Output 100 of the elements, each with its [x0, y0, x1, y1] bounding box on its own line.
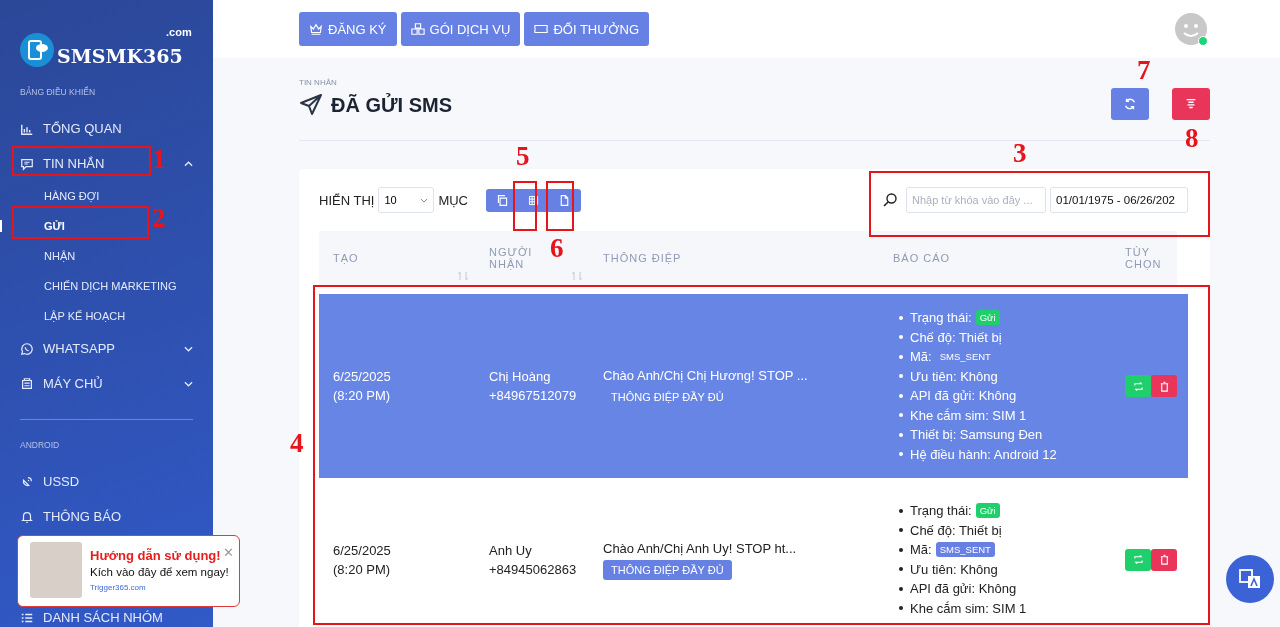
annotation-number: 6 [550, 233, 564, 263]
report-text: API đã gửi: Không [910, 387, 1017, 406]
translate-button[interactable] [1226, 555, 1274, 603]
annotation-number: 7 [1137, 55, 1151, 85]
annotation-number: 3 [1013, 138, 1027, 168]
date-range-field[interactable]: 01/01/1975 - 06/26/202 [1050, 187, 1188, 213]
breadcrumb: TIN NHẮN [299, 78, 338, 87]
annotation-number: 4 [290, 428, 304, 458]
report-text: Khe cắm sim: SIM 1 [910, 406, 1027, 425]
bullet-dot [899, 432, 903, 437]
popup-link[interactable]: Trigger365.com [90, 583, 239, 592]
refresh-button[interactable] [1111, 88, 1149, 120]
report-text: Trạng thái: [910, 502, 972, 521]
submenu-item[interactable]: CHIẾN DỊCH MARKETING [44, 280, 177, 292]
popup-subtitle: Kích vào đây để xem ngay! [90, 566, 230, 578]
translate-icon [1238, 567, 1262, 591]
date-text: 6/25/2025 [333, 368, 392, 386]
refresh-icon [1123, 97, 1137, 111]
paper-plane-icon [299, 93, 323, 117]
logo-text: SMSMK365 [57, 45, 183, 67]
smiley-avatar-icon[interactable] [1174, 12, 1208, 46]
annotation-number: 5 [516, 141, 530, 171]
status-label: SMS_SENT [935, 542, 995, 558]
column-header: THÔNG ĐIỆP [603, 252, 682, 264]
entries-label: MỤC [438, 192, 468, 208]
column-header: TÙY CHỌN [1125, 246, 1163, 270]
photo-placeholder [30, 542, 82, 598]
nav-item[interactable]: THÔNG BÁO [20, 509, 121, 524]
phone-number: +84967512079 [489, 387, 578, 405]
status-label: Gửi [975, 310, 1000, 326]
report-text: Ưu tiên: Không [910, 560, 998, 579]
date-text: 6/25/2025 [333, 541, 392, 560]
trash-icon [1158, 554, 1170, 565]
bullet-dot [899, 354, 903, 359]
phone-number: +84945062863 [489, 560, 578, 579]
crown-icon [309, 22, 323, 36]
nav-button[interactable]: ĐỔI THƯỞNG [524, 12, 649, 46]
nav-item[interactable]: MÁY CHỦ [20, 376, 103, 391]
column-header: BÁO CÁO [893, 252, 951, 264]
recipient-name: Chị Hoàng [489, 368, 552, 386]
bullet-dot [899, 567, 903, 572]
submenu-item[interactable]: NHẬN [44, 250, 76, 262]
chevron-icon[interactable] [184, 345, 193, 352]
ticket-icon [534, 22, 549, 36]
report-text: Mã: [910, 541, 932, 560]
nav-item[interactable]: TỔNG QUAN [20, 121, 122, 136]
copy-icon[interactable] [496, 193, 509, 207]
resend-button[interactable] [1125, 548, 1151, 571]
submenu-item[interactable]: LẬP KẾ HOẠCH [44, 310, 126, 322]
column-header: NGƯỜI NHẬN [489, 246, 534, 270]
chevron-icon[interactable] [184, 160, 193, 167]
chevron-icon[interactable] [184, 380, 193, 387]
bullet-dot [899, 606, 903, 611]
phone-chat-logo-icon [20, 33, 54, 67]
bullet-dot [899, 508, 903, 513]
bullet-dot [899, 374, 903, 379]
table-row[interactable] [319, 294, 1188, 478]
resend-button[interactable] [1125, 375, 1151, 397]
nav-item[interactable]: TIN NHẮN [20, 156, 105, 171]
nav-button[interactable]: ĐĂNG KÝ [299, 12, 397, 46]
bullet-dot [899, 586, 903, 591]
boxes-icon [410, 22, 425, 36]
annotation-number: 1 [152, 144, 166, 174]
lines-icon [1184, 97, 1198, 111]
grid-icon[interactable] [527, 193, 540, 207]
nav-item[interactable]: DANH SÁCH NHÓM [20, 610, 163, 625]
annotation-number: 2 [152, 203, 166, 233]
bullet-dot [899, 528, 903, 533]
whatsapp-icon [20, 341, 34, 356]
status-label: SMS_SENT [938, 350, 992, 365]
report-text: API đã gửi: Không [910, 580, 1017, 599]
help-popup[interactable]: Hướng dẫn sử dụng! Kích vào đây để xem ngay! Trigger365.com ✕ [17, 535, 240, 607]
nav-button[interactable]: GÓI DỊCH VỤ [400, 12, 521, 46]
recipient-name: Anh Uy [489, 541, 533, 560]
file-icon[interactable] [558, 193, 571, 207]
search-field[interactable]: Nhập từ khóa vào đây ... [906, 187, 1046, 213]
report-text: Hệ điều hành: Android 12 [910, 445, 1057, 464]
submenu-item[interactable]: HÀNG ĐỢI [44, 190, 100, 202]
report-text: Ưu tiên: Không [910, 367, 998, 386]
full-message-button[interactable]: THÔNG ĐIỆP ĐẦY ĐỦ [603, 386, 732, 407]
time-text: (8:20 PM) [333, 387, 392, 405]
clear-button[interactable] [1172, 88, 1210, 120]
report-text: Chế độ: Thiết bị [910, 328, 1002, 347]
delete-button[interactable] [1151, 548, 1177, 571]
column-header: TẠO [333, 252, 359, 264]
page-size-select[interactable]: 10 [378, 187, 435, 213]
report-text: Thiết bị: Samsung Đen [910, 426, 1043, 445]
nav-item[interactable]: USSD [20, 474, 80, 489]
full-message-button[interactable]: THÔNG ĐIỆP ĐẦY ĐỦ [603, 560, 732, 580]
repeat-icon [1132, 554, 1144, 565]
report-text: Chế độ: Thiết bị [910, 521, 1002, 540]
section-heading: ANDROID [20, 440, 61, 450]
annotation-number: 8 [1185, 123, 1199, 153]
delete-button[interactable] [1151, 375, 1177, 397]
submenu-item[interactable]: GỬI [44, 220, 65, 232]
bullet-dot [899, 393, 903, 398]
bullet-dot [899, 547, 903, 552]
time-text: (8:20 PM) [333, 560, 392, 579]
repeat-icon [1132, 380, 1144, 392]
nav-item[interactable]: WHATSAPP [20, 341, 115, 356]
